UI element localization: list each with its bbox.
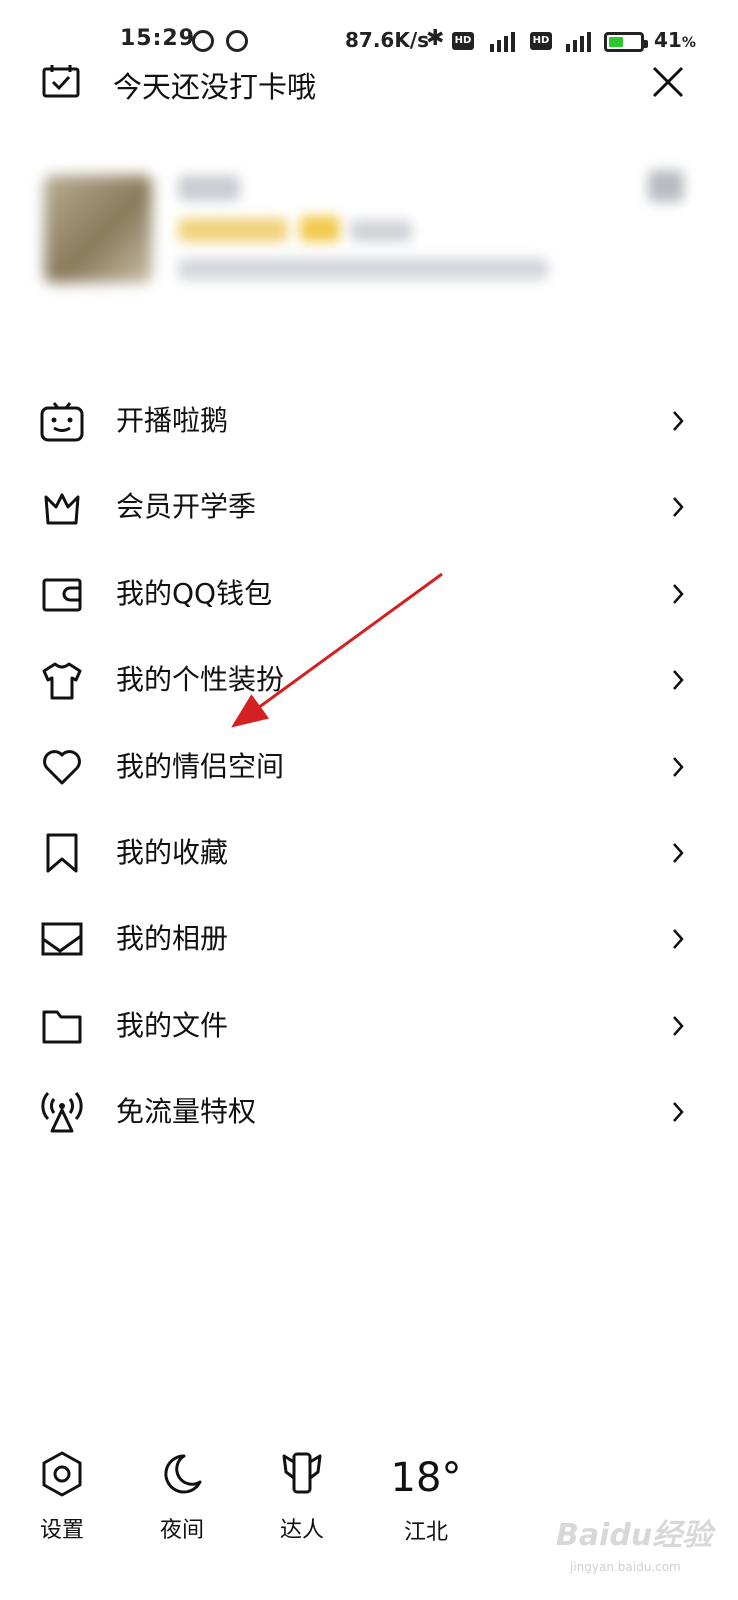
blurred-level-text bbox=[350, 220, 412, 242]
menu-item-files[interactable]: 我的文件 bbox=[0, 982, 738, 1068]
bluetooth-icon: ✱ bbox=[426, 26, 445, 51]
menu-item-album[interactable]: 我的相册 bbox=[0, 895, 738, 981]
status-time: 15:29 bbox=[120, 26, 196, 51]
crown-icon bbox=[44, 493, 80, 525]
menu-item-label: 我的收藏 bbox=[116, 835, 229, 869]
signal-icon bbox=[480, 28, 522, 52]
tshirt-icon bbox=[42, 662, 82, 700]
menu-item-label: 开播啦鹅 bbox=[116, 404, 229, 437]
hd-icon: HD bbox=[452, 32, 474, 50]
settings-button[interactable]: 设置 bbox=[22, 1450, 102, 1544]
chevron-right-icon bbox=[673, 411, 684, 431]
expert-button[interactable]: 达人 bbox=[262, 1450, 342, 1544]
hd-icon: HD bbox=[530, 32, 552, 50]
menu-list: 开播啦鹅 会员开学季 我的QQ钱包 我的个性装扮 我的情侣空间 我的收藏 我的相… bbox=[0, 377, 738, 1155]
menu-item-vip[interactable]: 会员开学季 bbox=[0, 463, 738, 549]
menu-item-label: 免流量特权 bbox=[116, 1095, 257, 1129]
qrcode-icon[interactable] bbox=[648, 170, 684, 202]
hexagon-settings-icon bbox=[42, 1451, 82, 1497]
menu-item-label: 我的情侣空间 bbox=[116, 749, 285, 783]
battery-percent: 41% bbox=[654, 28, 696, 52]
blurred-level-badge bbox=[300, 216, 340, 242]
chevron-right-icon bbox=[673, 583, 684, 604]
menu-item-label: 我的个性装扮 bbox=[116, 663, 285, 697]
weather-temperature: 18° bbox=[390, 1455, 462, 1501]
status-bar: 15:29 87.6K/s ✱ HD HD 41% bbox=[0, 0, 738, 70]
menu-item-live[interactable]: 开播啦鹅 bbox=[0, 377, 738, 463]
chevron-right-icon bbox=[673, 1102, 684, 1122]
signal-tower-icon bbox=[41, 1092, 83, 1133]
watermark-url: jingyan.baidu.com bbox=[570, 1560, 681, 1574]
menu-item-wallet[interactable]: 我的QQ钱包 bbox=[0, 550, 738, 636]
settings-label: 设置 bbox=[39, 1518, 84, 1543]
blurred-signature bbox=[178, 258, 548, 280]
night-label: 夜间 bbox=[159, 1518, 204, 1543]
moon-icon bbox=[164, 1454, 202, 1494]
photo-icon bbox=[41, 922, 83, 956]
heart-icon bbox=[43, 749, 81, 785]
chevron-right-icon bbox=[673, 756, 684, 777]
wallet-icon bbox=[42, 578, 82, 612]
notification-icon bbox=[192, 30, 214, 52]
checkin-prompt[interactable]: 今天还没打卡哦 bbox=[113, 64, 316, 106]
menu-item-theme[interactable]: 我的个性装扮 bbox=[0, 636, 738, 722]
menu-item-free-data[interactable]: 免流量特权 bbox=[0, 1068, 738, 1154]
chevron-right-icon bbox=[673, 497, 684, 518]
winged-phone-icon bbox=[282, 1452, 322, 1494]
signal-icon bbox=[556, 28, 598, 52]
avatar[interactable] bbox=[44, 175, 152, 283]
menu-item-label: 我的相册 bbox=[116, 922, 229, 956]
tv-robot-icon bbox=[40, 402, 84, 442]
close-icon[interactable] bbox=[650, 64, 686, 100]
calendar-check-icon[interactable] bbox=[42, 64, 80, 98]
weather-widget[interactable]: 18° 江北 bbox=[386, 1452, 466, 1546]
watermark-logo: Baidu经验 bbox=[556, 1518, 713, 1553]
menu-item-label: 我的QQ钱包 bbox=[116, 576, 273, 610]
menu-item-couple[interactable]: 我的情侣空间 bbox=[0, 723, 738, 809]
menu-item-label: 会员开学季 bbox=[116, 490, 257, 524]
night-mode-button[interactable]: 夜间 bbox=[142, 1450, 222, 1544]
battery-icon bbox=[604, 32, 648, 52]
app-notification-icon bbox=[226, 30, 248, 52]
chevron-right-icon bbox=[673, 843, 684, 863]
bookmark-icon bbox=[46, 833, 78, 873]
chevron-right-icon bbox=[673, 1015, 684, 1036]
folder-icon bbox=[42, 1010, 82, 1044]
blurred-username bbox=[178, 175, 240, 201]
menu-item-label: 我的文件 bbox=[116, 1008, 229, 1042]
blurred-level-badges bbox=[178, 218, 288, 242]
network-speed: 87.6K/s bbox=[345, 28, 430, 52]
chevron-right-icon bbox=[673, 670, 684, 691]
menu-item-favorites[interactable]: 我的收藏 bbox=[0, 809, 738, 895]
expert-label: 达人 bbox=[279, 1518, 324, 1543]
weather-city: 江北 bbox=[403, 1520, 448, 1545]
chevron-right-icon bbox=[673, 929, 684, 950]
